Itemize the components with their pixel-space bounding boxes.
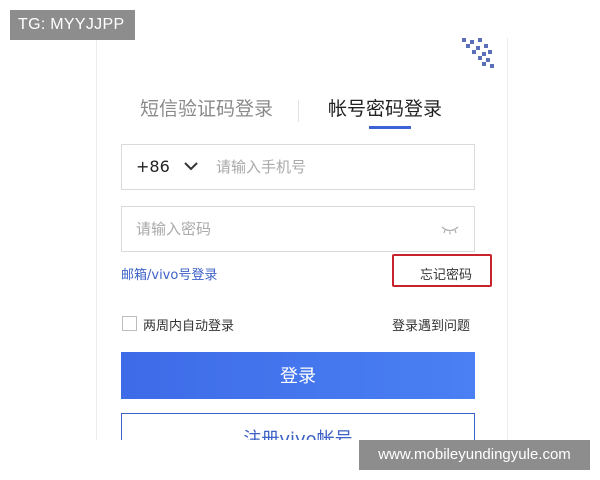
qr-code-icon[interactable]	[458, 38, 494, 68]
watermark-bottom-right: www.mobileyundingyule.com	[359, 440, 590, 470]
tab-sms-login[interactable]: 短信验证码登录	[140, 94, 273, 124]
email-vivo-login-link[interactable]: 邮箱/vivo号登录	[121, 264, 217, 283]
remember-checkbox[interactable]	[122, 316, 137, 331]
eye-closed-icon[interactable]	[440, 225, 460, 235]
register-button-label: 注册vivo帐号	[243, 429, 353, 440]
remember-label: 两周内自动登录	[143, 319, 235, 334]
tab-divider	[298, 100, 299, 122]
phone-input[interactable]	[216, 145, 456, 189]
phone-field: +86	[121, 144, 475, 190]
register-button[interactable]: 注册vivo帐号	[121, 413, 475, 440]
chevron-down-icon[interactable]	[184, 161, 198, 171]
login-button[interactable]: 登录	[121, 352, 475, 399]
password-field	[121, 206, 475, 252]
watermark-top-left: TG: MYYJJPP	[10, 10, 135, 40]
tab-password-login[interactable]: 帐号密码登录	[328, 94, 442, 124]
password-input[interactable]	[136, 207, 426, 251]
country-code-selector[interactable]: +86	[136, 145, 170, 189]
active-tab-indicator	[369, 126, 411, 129]
highlight-box	[392, 254, 492, 287]
login-trouble-link[interactable]: 登录遇到问题	[392, 315, 470, 334]
